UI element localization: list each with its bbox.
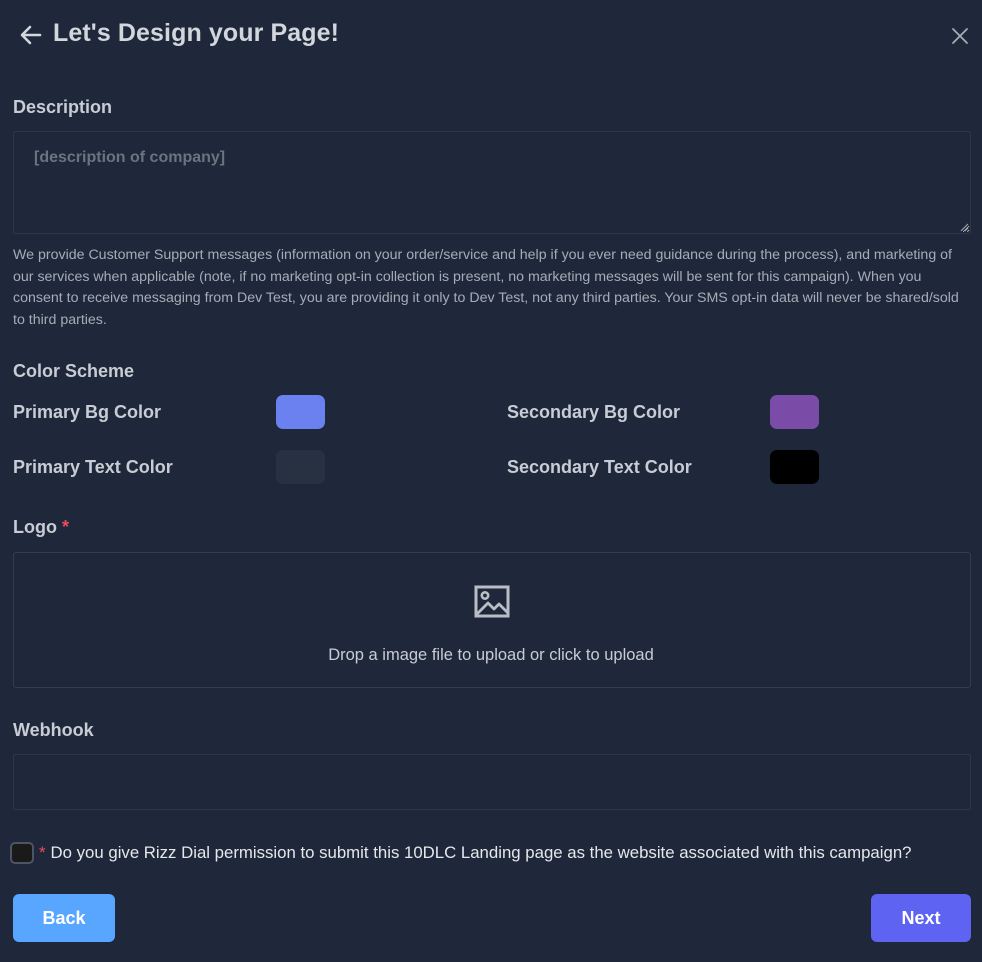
webhook-input[interactable] (13, 754, 971, 810)
upload-instructions: Drop a image file to upload or click to … (328, 646, 654, 664)
secondary-bg-color-swatch[interactable] (770, 395, 819, 429)
logo-label-text: Logo (13, 517, 57, 537)
webhook-label: Webhook (13, 720, 94, 740)
consent-text: Do you give Rizz Dial permission to subm… (50, 843, 912, 862)
dialog-header: Let's Design your Page! (0, 0, 982, 72)
primary-text-color-swatch[interactable] (276, 450, 325, 484)
required-asterisk: * (39, 843, 46, 862)
required-asterisk: * (62, 517, 70, 537)
messaging-disclosure-text: We provide Customer Support messages (in… (13, 247, 959, 328)
description-label: Description (13, 97, 113, 117)
secondary-text-color-label: Secondary Text Color (507, 457, 692, 477)
image-icon (474, 585, 510, 618)
consent-label: * Do you give Rizz Dial permission to sub… (39, 843, 911, 863)
back-button[interactable]: Back (13, 894, 115, 942)
next-button[interactable]: Next (871, 894, 971, 942)
secondary-text-color-swatch[interactable] (770, 450, 819, 484)
secondary-bg-color-label: Secondary Bg Color (507, 402, 681, 422)
resize-handle-icon[interactable] (959, 222, 969, 232)
consent-checkbox[interactable] (10, 842, 34, 864)
design-page-dialog: Let's Design your Page! Description We p… (0, 0, 982, 962)
page-title: Let's Design your Page! (53, 19, 340, 47)
logo-label: Logo * (13, 517, 69, 538)
color-scheme-label: Color Scheme (13, 361, 135, 381)
primary-bg-color-swatch[interactable] (276, 395, 325, 429)
arrow-left-icon[interactable] (18, 22, 44, 48)
primary-text-color-label: Primary Text Color (13, 457, 173, 477)
close-icon[interactable] (949, 25, 971, 47)
logo-upload-dropzone[interactable] (13, 552, 971, 688)
primary-bg-color-label: Primary Bg Color (13, 402, 162, 422)
description-textarea[interactable] (13, 131, 971, 234)
